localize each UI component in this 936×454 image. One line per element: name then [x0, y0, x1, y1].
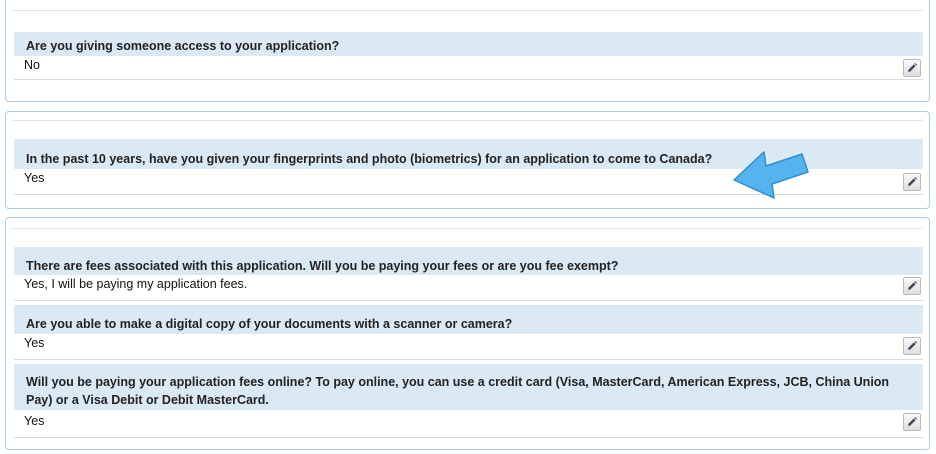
- edit-button[interactable]: [903, 173, 921, 191]
- question-label: Are you giving someone access to your ap…: [14, 32, 923, 56]
- answer-value: Yes, I will be paying my application fee…: [24, 277, 248, 291]
- edit-button[interactable]: [903, 277, 921, 295]
- answer-value: Yes: [24, 336, 45, 350]
- pencil-icon: [906, 416, 918, 428]
- answer-row: No: [14, 56, 923, 80]
- pencil-icon: [906, 176, 918, 188]
- answer-value: Yes: [24, 414, 45, 428]
- panel-fees: There are fees associated with this appl…: [5, 217, 930, 450]
- edit-button[interactable]: [903, 59, 921, 77]
- answer-value: No: [24, 58, 40, 72]
- qa-item: Will you be paying your application fees…: [14, 364, 923, 438]
- arrow-pointer-icon: [733, 151, 809, 199]
- pencil-icon: [906, 280, 918, 292]
- qa-item: Are you giving someone access to your ap…: [14, 32, 923, 80]
- question-label: There are fees associated with this appl…: [14, 247, 923, 275]
- qa-item: There are fees associated with this appl…: [14, 247, 923, 301]
- edit-button[interactable]: [903, 413, 921, 431]
- divider: [12, 10, 923, 11]
- panel-access: Are you giving someone access to your ap…: [5, 0, 930, 102]
- divider: [12, 228, 923, 229]
- answer-value: Yes: [24, 171, 45, 185]
- pencil-icon: [906, 62, 918, 74]
- edit-button[interactable]: [903, 337, 921, 355]
- divider: [12, 120, 923, 121]
- question-label: Are you able to make a digital copy of y…: [14, 305, 923, 334]
- pencil-icon: [906, 340, 918, 352]
- answer-row: Yes: [14, 410, 923, 438]
- qa-item: Are you able to make a digital copy of y…: [14, 305, 923, 360]
- answer-row: Yes: [14, 334, 923, 360]
- answer-row: Yes, I will be paying my application fee…: [14, 275, 923, 301]
- question-label: Will you be paying your application fees…: [14, 364, 923, 410]
